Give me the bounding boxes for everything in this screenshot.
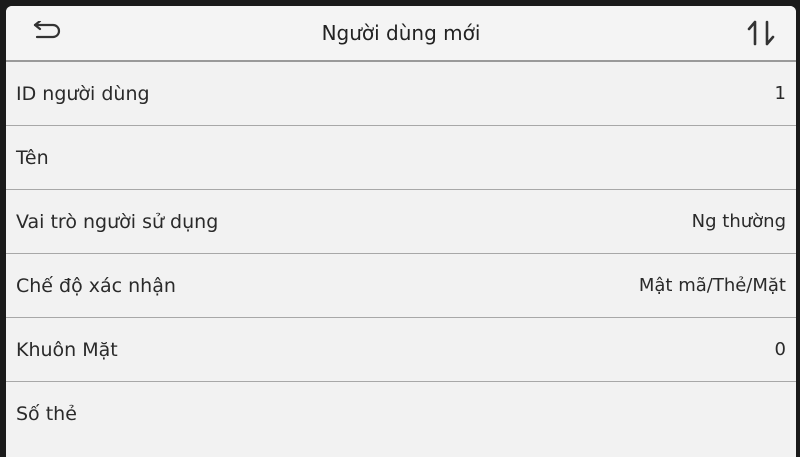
page-title: Người dùng mới xyxy=(321,21,481,45)
row-value: 0 xyxy=(774,339,786,360)
sort-icon xyxy=(747,20,775,46)
row-user-id[interactable]: ID người dùng 1 xyxy=(6,62,796,126)
row-value: Mật mã/Thẻ/Mặt xyxy=(638,275,786,296)
row-verify-mode[interactable]: Chế độ xác nhận Mật mã/Thẻ/Mặt xyxy=(6,254,796,318)
sort-button[interactable] xyxy=(744,18,778,48)
row-user-role[interactable]: Vai trò người sử dụng Ng thường xyxy=(6,190,796,254)
row-label: Chế độ xác nhận xyxy=(16,274,176,297)
device-screen: Người dùng mới ID người dùng 1 Tên Vai t… xyxy=(6,6,796,457)
row-label: ID người dùng xyxy=(16,82,150,105)
row-value: 1 xyxy=(774,83,786,104)
row-label: Khuôn Mặt xyxy=(16,338,118,361)
row-label: Số thẻ xyxy=(16,403,77,425)
row-name[interactable]: Tên xyxy=(6,126,796,190)
row-label: Vai trò người sử dụng xyxy=(16,210,219,233)
row-value: Ng thường xyxy=(691,211,786,232)
user-form-list: ID người dùng 1 Tên Vai trò người sử dụn… xyxy=(6,62,796,446)
row-label: Tên xyxy=(16,146,49,169)
header-bar: Người dùng mới xyxy=(6,6,796,62)
row-card-number[interactable]: Số thẻ xyxy=(6,382,796,446)
row-face[interactable]: Khuôn Mặt 0 xyxy=(6,318,796,382)
